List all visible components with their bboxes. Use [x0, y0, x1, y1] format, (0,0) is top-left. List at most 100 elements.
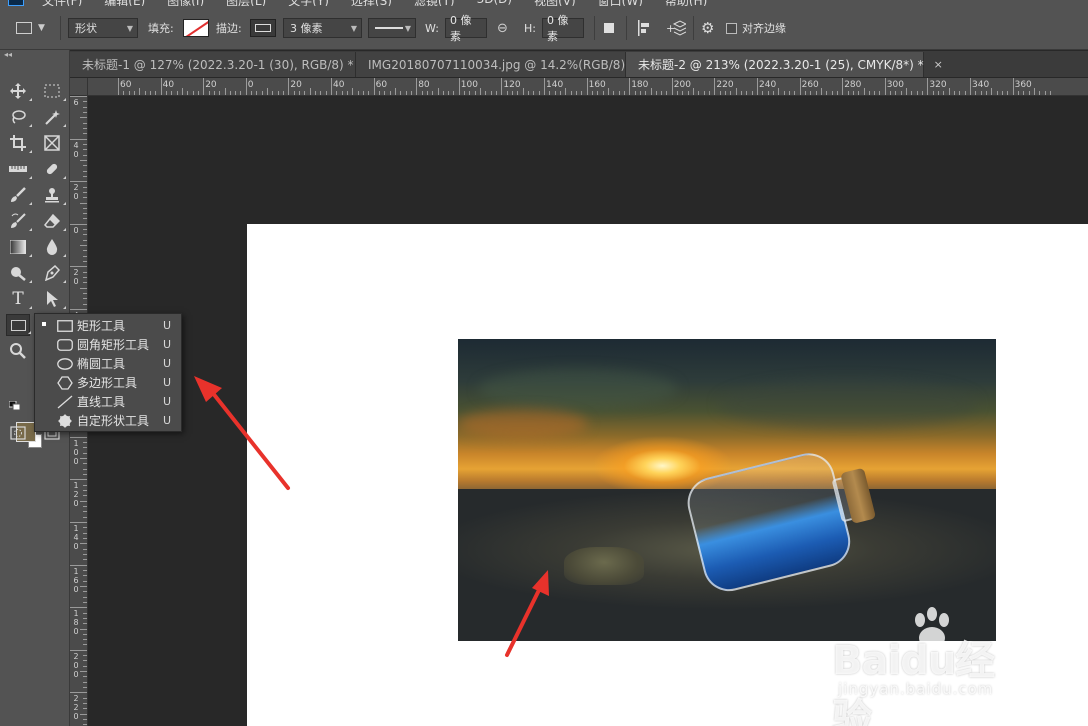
ruler-tool[interactable] [6, 158, 32, 180]
tool-preset-picker[interactable]: ▼ [16, 6, 45, 50]
watermark-url: jingyan.baidu.com [838, 680, 994, 698]
flyout-item-polygon[interactable]: 多边形工具 U [35, 373, 181, 392]
path-operations-icon[interactable] [604, 23, 614, 33]
options-bar: ▼ 形状 ▼ 填充: 描边: 3 像素 ▼ ▼ W: 0 像素 ⊖ H: 0 像… [0, 6, 1088, 50]
quick-mask-tool[interactable] [6, 422, 30, 444]
collapse-panel-icon[interactable]: ◂◂ [4, 50, 12, 59]
flyout-item-line[interactable]: 直线工具 U [35, 392, 181, 411]
placed-photo[interactable] [458, 339, 996, 641]
brush-tool[interactable] [6, 184, 32, 206]
flyout-item-rectangle[interactable]: 矩形工具 U [35, 316, 181, 335]
ruler-label: 120 [503, 80, 521, 90]
dodge-tool[interactable] [6, 262, 32, 284]
ruler-label: 360 [1014, 80, 1032, 90]
custom-shape-icon [57, 413, 73, 428]
gradient-tool[interactable] [6, 236, 32, 258]
ruler-label: 1 6 0 [73, 566, 79, 594]
align-edges-checkbox[interactable] [726, 22, 737, 34]
drop-icon [46, 239, 58, 255]
marquee-tool[interactable] [40, 80, 66, 102]
chevron-down-icon: ▼ [126, 23, 133, 33]
ruler-label: 320 [929, 80, 947, 90]
ruler-icon [9, 166, 27, 172]
ellipse-icon [57, 357, 73, 371]
ruler-label: 2 0 0 [73, 651, 79, 679]
ruler-label: 20 [205, 80, 217, 90]
tab-untitled-2[interactable]: 未标题-2 @ 213% (2022.3.20-1 (25), CMYK/8*)… [626, 52, 943, 77]
path-arrangement-icon[interactable]: + [666, 19, 686, 37]
brush-icon [11, 187, 26, 202]
height-label: H: [524, 21, 536, 35]
horizontal-ruler[interactable]: 60 40 20 0 20 40 60 80 100 120 140 160 180 200 220 240 2… [88, 78, 1088, 96]
eraser-tool[interactable] [40, 210, 66, 232]
path-selection-tool[interactable] [40, 288, 66, 310]
flyout-item-label: 椭圆工具 [77, 357, 126, 371]
tab-img-20180707[interactable]: IMG20180707110034.jpg @ 14.2%(RGB/8) × [356, 52, 644, 77]
type-tool[interactable]: T [6, 288, 32, 310]
ruler-label: 1 4 0 [73, 524, 79, 551]
ruler-label: 60 [375, 80, 388, 90]
ruler-label: 6 [73, 98, 79, 107]
gear-icon[interactable]: ⚙ [701, 19, 714, 37]
move-tool[interactable] [6, 80, 32, 102]
tab-label: 未标题-1 @ 127% (2022.3.20-1 (30), RGB/8) * [82, 58, 354, 72]
history-brush-tool[interactable] [6, 210, 32, 232]
type-icon: T [12, 289, 24, 309]
stroke-width-select[interactable]: 3 像素 ▼ [283, 18, 362, 38]
ruler-label: 220 [716, 80, 734, 90]
flyout-item-custom-shape[interactable]: 自定形状工具 U [35, 411, 181, 430]
ruler-label: 0 [247, 80, 254, 90]
height-input[interactable]: 0 像素 [542, 14, 584, 43]
flyout-item-label: 矩形工具 [77, 319, 126, 333]
ruler-origin[interactable] [70, 78, 88, 96]
crop-tool[interactable] [6, 132, 32, 154]
zoom-tool[interactable] [6, 340, 30, 362]
stroke-type-select[interactable]: ▼ [368, 18, 416, 38]
frame-tool[interactable] [40, 132, 64, 154]
width-label: W: [425, 21, 439, 35]
fill-swatch[interactable] [183, 19, 209, 37]
path-alignment-icon[interactable] [636, 19, 652, 37]
blur-tool[interactable] [40, 236, 66, 258]
fill-label: 填充: [148, 22, 174, 35]
pen-tool[interactable] [40, 262, 66, 284]
ruler-label: 160 [588, 80, 606, 90]
magic-wand-icon [45, 110, 60, 125]
link-icon[interactable]: ⊖ [497, 21, 508, 36]
ruler-label: 4 0 [73, 140, 79, 159]
ruler-label: 0 [73, 225, 79, 235]
lasso-tool[interactable] [6, 106, 32, 128]
magic-wand-tool[interactable] [40, 106, 66, 128]
align-edges-label: 对齐边缘 [742, 22, 786, 35]
close-icon[interactable]: × [934, 58, 943, 71]
ruler-label: 240 [759, 80, 777, 90]
flyout-item-rounded-rectangle[interactable]: 圆角矩形工具 U [35, 335, 181, 354]
chevron-down-icon: ▼ [38, 23, 45, 33]
ruler-label: 80 [418, 80, 430, 90]
shape-tools-flyout: 矩形工具 U 圆角矩形工具 U 椭圆工具 U 多边形工具 U 直线工具 U 自定形状工具 U [34, 313, 182, 432]
stroke-swatch[interactable] [250, 19, 276, 37]
flyout-item-ellipse[interactable]: 椭圆工具 U [35, 354, 181, 373]
zoom-icon [10, 343, 26, 359]
tool-mode-select[interactable]: 形状 ▼ [68, 18, 138, 38]
ruler-label: 40 [162, 80, 175, 90]
clone-stamp-tool[interactable] [40, 184, 66, 206]
polygon-icon [57, 375, 73, 390]
width-input[interactable]: 0 像素 [445, 14, 487, 43]
stroke-line-icon [375, 27, 403, 29]
default-colors-icon[interactable] [8, 400, 22, 412]
flyout-item-label: 多边形工具 [77, 376, 138, 390]
ruler-label: 180 [631, 80, 649, 90]
rectangle-tool[interactable] [6, 314, 31, 336]
baidu-jingyan-watermark: Baidu经验 jingyan.baidu.com [832, 606, 1032, 726]
healing-brush-tool[interactable] [40, 158, 66, 180]
eraser-icon [44, 213, 60, 228]
ruler-label: 1 0 0 [73, 438, 79, 466]
tab-untitled-1[interactable]: 未标题-1 @ 127% (2022.3.20-1 (30), RGB/8) *… [70, 52, 373, 77]
ruler-label: 100 [460, 80, 478, 90]
chevron-down-icon: ▼ [350, 23, 357, 33]
stroke-label: 描边: [216, 22, 242, 35]
rectangle-icon [10, 319, 26, 331]
crop-icon [10, 135, 26, 151]
ruler-label: 60 [120, 80, 132, 90]
